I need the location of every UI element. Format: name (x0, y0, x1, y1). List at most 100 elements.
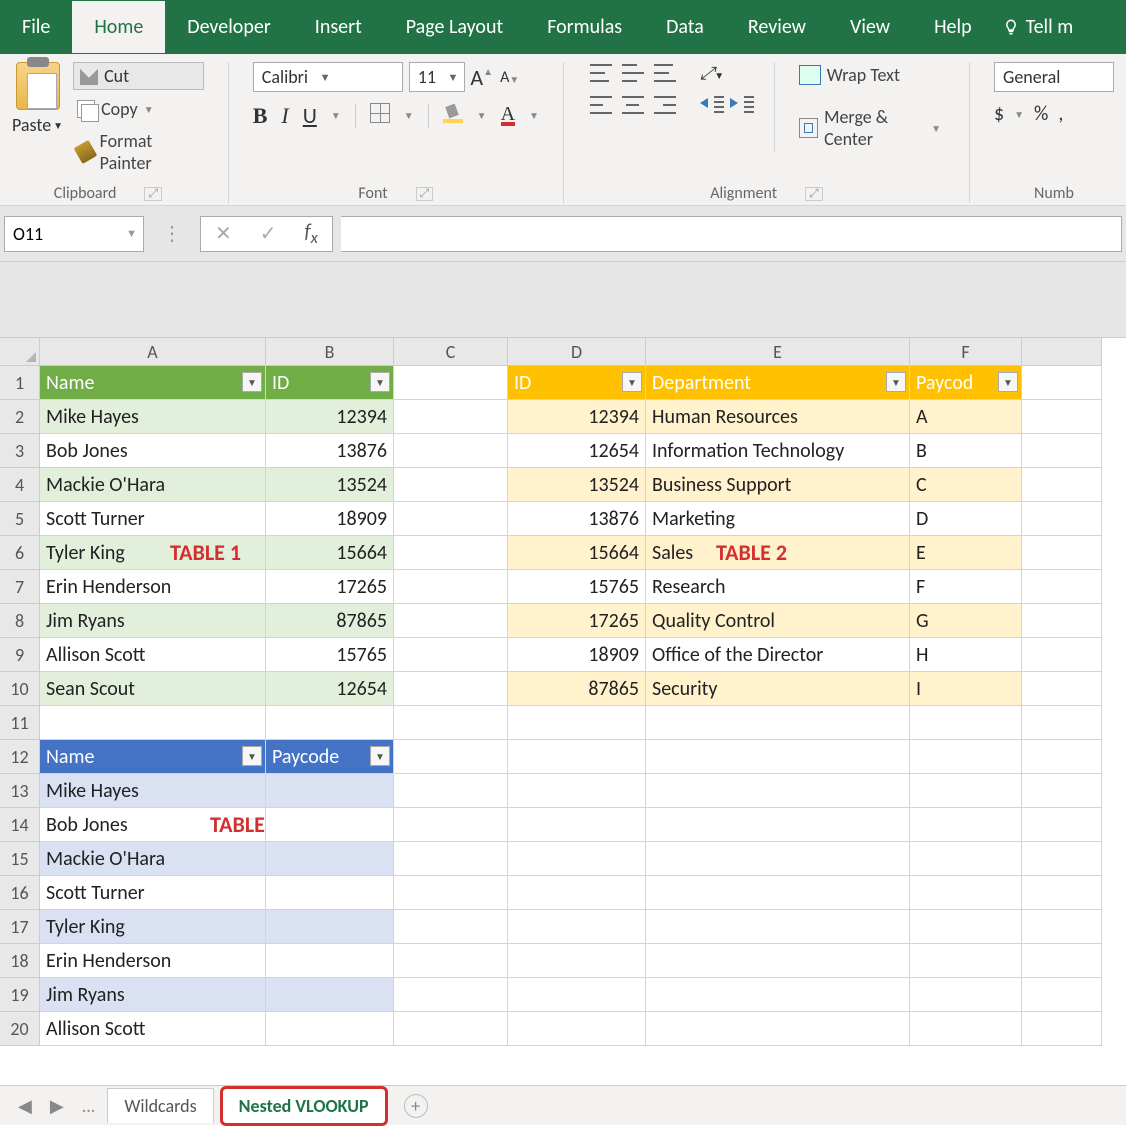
filter-button[interactable]: ▼ (370, 372, 390, 392)
column-header-B[interactable]: B (266, 338, 394, 366)
row-header-2[interactable]: 2 (0, 400, 40, 434)
table2-id[interactable]: 13876 (508, 502, 646, 536)
cut-button[interactable]: Cut (73, 62, 204, 90)
comma-format-button[interactable]: , (1058, 102, 1063, 126)
table2-dept[interactable]: Human Resources (646, 400, 910, 434)
table1-name[interactable]: Sean Scout (40, 672, 266, 706)
filter-button[interactable]: ▼ (998, 372, 1018, 392)
table2-dept[interactable]: Security (646, 672, 910, 706)
insert-function-button[interactable]: fx (291, 220, 332, 248)
row-header-7[interactable]: 7 (0, 570, 40, 604)
cell-C13[interactable] (394, 774, 508, 808)
table3-name[interactable]: Erin Henderson (40, 944, 266, 978)
table2-dept[interactable]: Research (646, 570, 910, 604)
row-header-4[interactable]: 4 (0, 468, 40, 502)
cell-C9[interactable] (394, 638, 508, 672)
name-box-input[interactable] (5, 223, 120, 245)
sheet-tab-nested-vlookup[interactable]: Nested VLOOKUP (220, 1086, 388, 1126)
cell-F12[interactable] (910, 740, 1022, 774)
cell-D11[interactable] (508, 706, 646, 740)
font-size-dropdown[interactable]: 11▼ (409, 62, 465, 92)
row-header-9[interactable]: 9 (0, 638, 40, 672)
table3-header-name[interactable]: Name▼ (40, 740, 266, 774)
name-box[interactable]: ▼ (4, 216, 144, 252)
cell-F19[interactable] (910, 978, 1022, 1012)
table3-header-paycode[interactable]: Paycode▼ (266, 740, 394, 774)
cell-C14[interactable] (394, 808, 508, 842)
table1-id[interactable]: 15765 (266, 638, 394, 672)
cell-G3[interactable] (1022, 434, 1102, 468)
cell-C6[interactable] (394, 536, 508, 570)
sheet-nav-prev[interactable]: ◀ (12, 1095, 38, 1117)
filter-button[interactable]: ▼ (242, 746, 262, 766)
wrap-text-button[interactable]: Wrap Text (795, 62, 945, 88)
cancel-formula-button[interactable]: ✕ (201, 221, 246, 246)
align-bottom-button[interactable] (652, 62, 678, 84)
new-sheet-button[interactable]: + (404, 1094, 428, 1118)
cell-G14[interactable] (1022, 808, 1102, 842)
cell-G13[interactable] (1022, 774, 1102, 808)
row-header-17[interactable]: 17 (0, 910, 40, 944)
table1-id[interactable]: 15664 (266, 536, 394, 570)
cell-G5[interactable] (1022, 502, 1102, 536)
table3-name[interactable]: Mike Hayes (40, 774, 266, 808)
tab-developer[interactable]: Developer (165, 1, 293, 53)
table1-id[interactable]: 13524 (266, 468, 394, 502)
table3-paycode[interactable] (266, 876, 394, 910)
table1-header-name[interactable]: Name▼ (40, 366, 266, 400)
cell-C2[interactable] (394, 400, 508, 434)
table1-name[interactable]: Scott Turner (40, 502, 266, 536)
cell-D17[interactable] (508, 910, 646, 944)
table2-paycode[interactable]: B (910, 434, 1022, 468)
table2-header-id[interactable]: ID▼ (508, 366, 646, 400)
cell-D18[interactable] (508, 944, 646, 978)
cell-C18[interactable] (394, 944, 508, 978)
align-right-button[interactable] (652, 94, 678, 116)
cell-G18[interactable] (1022, 944, 1102, 978)
cell-C7[interactable] (394, 570, 508, 604)
table2-id[interactable]: 12654 (508, 434, 646, 468)
cell-G17[interactable] (1022, 910, 1102, 944)
cell-F15[interactable] (910, 842, 1022, 876)
row-header-15[interactable]: 15 (0, 842, 40, 876)
cell-G4[interactable] (1022, 468, 1102, 502)
cell-E18[interactable] (646, 944, 910, 978)
column-header-A[interactable]: A (40, 338, 266, 366)
font-name-dropdown[interactable]: Calibri▼ (253, 62, 403, 92)
cell-G19[interactable] (1022, 978, 1102, 1012)
cell-G16[interactable] (1022, 876, 1102, 910)
align-middle-button[interactable] (620, 62, 646, 84)
table1-id[interactable]: 17265 (266, 570, 394, 604)
paste-button[interactable]: Paste▼ (12, 62, 63, 136)
cell-D15[interactable] (508, 842, 646, 876)
cell-D16[interactable] (508, 876, 646, 910)
fill-color-button[interactable] (443, 103, 463, 128)
table2-header-dept[interactable]: Department▼ (646, 366, 910, 400)
format-painter-button[interactable]: Format Painter (73, 128, 204, 176)
accounting-format-button[interactable]: $ (994, 102, 1004, 126)
row-header-19[interactable]: 19 (0, 978, 40, 1012)
cell-G8[interactable] (1022, 604, 1102, 638)
cell-G20[interactable] (1022, 1012, 1102, 1046)
number-format-dropdown[interactable]: General (994, 62, 1114, 92)
table1-name[interactable]: Bob Jones (40, 434, 266, 468)
bold-button[interactable]: B (253, 103, 268, 129)
sheet-nav-next[interactable]: ▶ (44, 1095, 70, 1117)
table1-name[interactable]: Allison Scott (40, 638, 266, 672)
row-header-11[interactable]: 11 (0, 706, 40, 740)
column-header-C[interactable]: C (394, 338, 508, 366)
cell-F20[interactable] (910, 1012, 1022, 1046)
table2-dept[interactable]: Office of the Director (646, 638, 910, 672)
cell-E12[interactable] (646, 740, 910, 774)
cell-G6[interactable] (1022, 536, 1102, 570)
increase-font-button[interactable]: A▲ (471, 64, 493, 90)
cell-C4[interactable] (394, 468, 508, 502)
table2-paycode[interactable]: H (910, 638, 1022, 672)
sheet-nav-more[interactable]: ... (76, 1095, 102, 1117)
cell-C5[interactable] (394, 502, 508, 536)
table2-id[interactable]: 12394 (508, 400, 646, 434)
cell-G9[interactable] (1022, 638, 1102, 672)
table2-dept[interactable]: Information Technology (646, 434, 910, 468)
table3-paycode[interactable] (266, 808, 394, 842)
decrease-font-button[interactable]: A▼ (499, 64, 521, 90)
